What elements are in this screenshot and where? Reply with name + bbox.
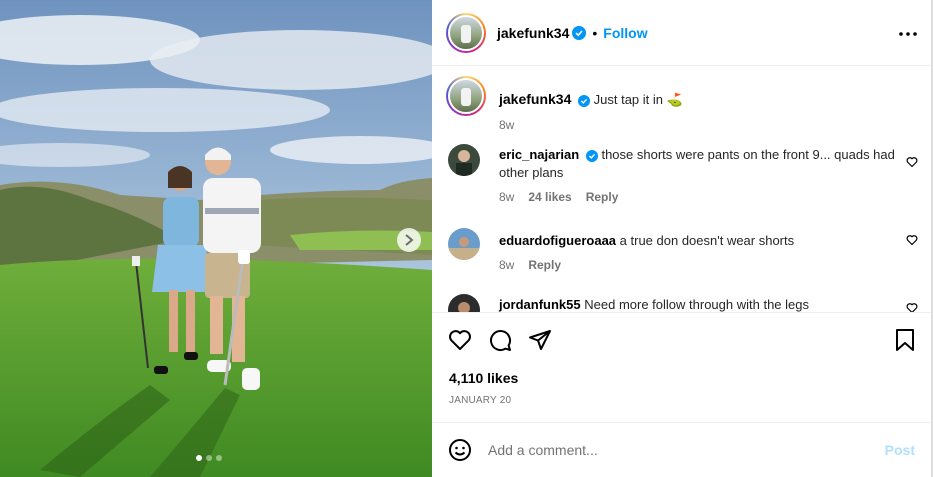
save-button[interactable] xyxy=(894,328,916,355)
heart-icon xyxy=(449,330,471,350)
post-side-panel: jakefunk34 • Follow jakefunk34 Just tap … xyxy=(432,0,933,477)
comment-text: a true don doesn't wear shorts xyxy=(619,233,795,248)
comment-input[interactable] xyxy=(488,439,868,461)
likes-count[interactable]: 4,110 likes xyxy=(449,370,518,386)
post-date: JANUARY 20 xyxy=(449,395,512,406)
verified-icon xyxy=(585,149,598,162)
comment: jordanfunk55 Need more follow through wi… xyxy=(448,294,918,312)
emoji-icon xyxy=(449,439,471,461)
post-actions: 4,110 likes JANUARY 20 xyxy=(432,312,931,422)
caption-avatar[interactable] xyxy=(446,76,486,116)
like-comment-button[interactable] xyxy=(906,234,918,249)
post-photo[interactable] xyxy=(0,0,432,477)
share-button[interactable] xyxy=(528,328,552,355)
heart-icon xyxy=(906,235,918,246)
post-header: jakefunk34 • Follow xyxy=(432,0,931,66)
comment: eduardofigueroaaa a true don doesn't wea… xyxy=(448,228,918,278)
like-comment-button[interactable] xyxy=(906,156,918,171)
separator: • xyxy=(592,25,598,41)
comment: eric_najarian those shorts were pants on… xyxy=(448,144,918,210)
comment-button[interactable] xyxy=(488,328,512,355)
comment-age: 8w xyxy=(499,190,515,204)
comment-age: 8w xyxy=(499,258,515,272)
caption-age: 8w xyxy=(499,118,515,132)
next-slide-button[interactable] xyxy=(397,228,421,252)
golf-course-image xyxy=(0,0,432,477)
author-username[interactable]: jakefunk34 xyxy=(497,25,569,41)
bookmark-icon xyxy=(896,329,914,351)
post-comment-button[interactable]: Post xyxy=(885,442,915,458)
reply-button[interactable]: Reply xyxy=(528,258,561,272)
slide-dot xyxy=(216,455,222,461)
commenter-avatar[interactable] xyxy=(448,144,480,176)
comment-username[interactable]: eric_najarian xyxy=(499,147,579,162)
comment-username[interactable]: eduardofigueroaaa xyxy=(499,233,616,248)
like-button[interactable] xyxy=(448,328,472,355)
caption-username[interactable]: jakefunk34 xyxy=(499,91,571,107)
comment-icon xyxy=(490,330,512,352)
verified-icon xyxy=(572,26,587,40)
comment-likes[interactable]: 24 likes xyxy=(528,190,571,204)
comments-list[interactable]: jakefunk34 Just tap it in ⛳ 8w eric_naja… xyxy=(432,66,931,312)
heart-icon xyxy=(906,303,918,312)
caption: jakefunk34 Just tap it in ⛳ 8w xyxy=(446,76,918,136)
slide-dot xyxy=(206,455,212,461)
chevron-right-icon xyxy=(405,234,414,246)
comment-text: Need more follow through with the legs xyxy=(584,297,809,312)
caption-text: Just tap it in ⛳ xyxy=(593,92,683,107)
more-icon xyxy=(899,32,917,36)
author-avatar[interactable] xyxy=(446,13,486,53)
emoji-button[interactable] xyxy=(448,438,472,465)
commenter-avatar[interactable] xyxy=(448,294,480,312)
add-comment-bar: Post xyxy=(432,422,931,477)
slide-indicator xyxy=(196,455,222,461)
comment-username[interactable]: jordanfunk55 xyxy=(499,297,581,312)
reply-button[interactable]: Reply xyxy=(586,190,619,204)
verified-icon xyxy=(578,94,590,107)
more-options-button[interactable] xyxy=(899,22,917,49)
share-icon xyxy=(529,330,551,350)
slide-dot xyxy=(196,455,202,461)
follow-button[interactable]: Follow xyxy=(603,25,647,41)
heart-icon xyxy=(906,157,918,168)
like-comment-button[interactable] xyxy=(906,302,918,312)
commenter-avatar[interactable] xyxy=(448,228,480,260)
